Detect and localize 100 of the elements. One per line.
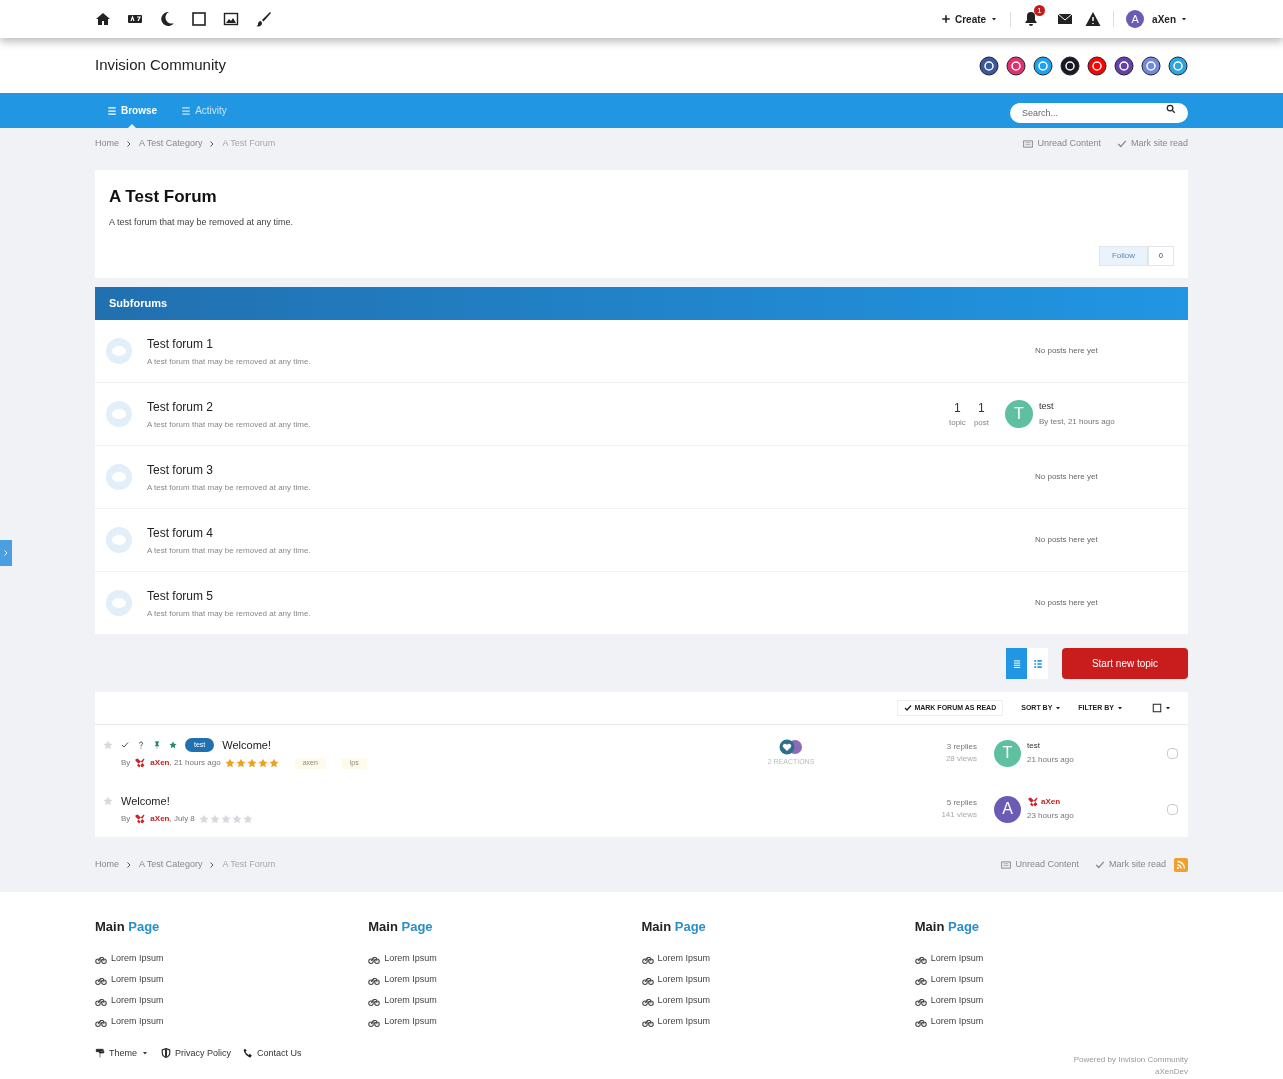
reply-count: 3 replies: [945, 741, 977, 753]
subforum-title[interactable]: Test forum 3: [147, 460, 1035, 479]
footer-link[interactable]: Lorem Ipsum: [368, 990, 642, 1012]
star-icon: [103, 796, 113, 806]
topic-title[interactable]: Welcome!: [222, 736, 271, 754]
notifications-button[interactable]: 1: [1023, 5, 1046, 27]
footer-link[interactable]: Lorem Ipsum: [914, 990, 1188, 1012]
subforums-header: Subforums: [95, 287, 1188, 320]
last-poster-name[interactable]: test: [1027, 740, 1167, 752]
view-count: 28 views: [944, 753, 977, 765]
topic-title[interactable]: Welcome!: [121, 792, 170, 810]
select-checkbox[interactable]: [1167, 747, 1178, 759]
footer-link[interactable]: Lorem Ipsum: [914, 969, 1188, 991]
square-icon: [191, 11, 207, 27]
footer-link[interactable]: Lorem Ipsum: [641, 1011, 915, 1033]
footer-link[interactable]: Theme: [95, 1046, 149, 1060]
footer-link[interactable]: Lorem Ipsum: [641, 948, 915, 970]
bell-icon: [1023, 11, 1040, 27]
no-posts-text: No posts here yet: [1035, 345, 1099, 357]
subforum-title[interactable]: Test forum 4: [147, 523, 1035, 542]
select-checkbox[interactable]: [1167, 803, 1178, 815]
newspaper-icon: [1001, 860, 1012, 870]
follow-button[interactable]: Follow: [1098, 246, 1148, 266]
footer-link[interactable]: Lorem Ipsum: [95, 1011, 369, 1033]
star-icon: [209, 814, 220, 825]
site-title[interactable]: Invision Community: [95, 54, 226, 77]
social-link-icon[interactable]: [1060, 55, 1080, 76]
no-posts-text: No posts here yet: [1035, 471, 1099, 483]
social-link-icon[interactable]: [1087, 55, 1107, 76]
post-count: 1: [977, 400, 986, 417]
footer-link[interactable]: Privacy Policy: [161, 1046, 232, 1060]
forum-icon: [105, 463, 133, 491]
caret-icon: [990, 15, 999, 23]
social-link-icon[interactable]: [1006, 55, 1026, 76]
star-icon: [235, 758, 246, 769]
footer-link[interactable]: Lorem Ipsum: [914, 1011, 1188, 1033]
footer-link[interactable]: Lorem Ipsum: [95, 969, 369, 991]
envelope-icon: [1057, 11, 1074, 27]
tools-icon: [134, 757, 147, 770]
subforum-description: A test forum that may be removed at any time.: [147, 544, 312, 557]
caret-icon: [1164, 704, 1172, 712]
star-icon: [246, 758, 257, 769]
check-icon: [1094, 860, 1105, 870]
view-toggle-button[interactable]: [1027, 648, 1048, 679]
footer-link[interactable]: Lorem Ipsum: [368, 969, 642, 991]
check-icon: [1116, 139, 1127, 149]
star-icon: [169, 741, 177, 749]
author-byline: aXen, 21 hours ago: [150, 757, 221, 770]
footer-link[interactable]: Contact Us: [243, 1046, 302, 1060]
social-link-icon[interactable]: [1033, 55, 1053, 76]
footer-link[interactable]: Lorem Ipsum: [641, 990, 915, 1012]
search-field[interactable]: Search...: [1010, 102, 1188, 123]
footer-link[interactable]: Lorem Ipsum: [95, 948, 369, 970]
footer-heading: Main Page: [368, 918, 434, 936]
forum-icon: [105, 526, 133, 554]
social-link-icon[interactable]: [1114, 55, 1134, 76]
reply-count: 5 replies: [945, 797, 977, 809]
subforum-title[interactable]: Test forum 1: [147, 334, 1035, 353]
footer-heading: Main Page: [95, 918, 161, 936]
last-post-time: 23 hours ago: [1027, 810, 1075, 822]
last-post-title[interactable]: test: [1039, 400, 1178, 414]
subforum-title[interactable]: Test forum 2: [147, 397, 949, 416]
chevron-icon: [2, 549, 10, 557]
moon-icon: [159, 11, 175, 27]
newspaper-icon: [1023, 139, 1034, 149]
subforum-description: A test forum that may be removed at any time.: [147, 607, 312, 620]
topic-count: 1: [953, 400, 962, 417]
start-new-topic-button[interactable]: Start new topic: [1062, 648, 1188, 679]
forum-icon: [105, 589, 133, 617]
subforum-title[interactable]: Test forum 5: [147, 586, 1035, 605]
forum-description: A test forum that may be removed at any time.: [109, 215, 295, 229]
user-name: aXen: [1152, 12, 1176, 27]
checkbox-icon: [1152, 703, 1162, 713]
footer-link[interactable]: Lorem Ipsum: [368, 1011, 642, 1033]
social-link-icon[interactable]: [1141, 55, 1161, 76]
footer-heading: Main Page: [641, 918, 707, 936]
caret-icon: [1116, 704, 1124, 712]
footer-link[interactable]: Lorem Ipsum: [914, 948, 1188, 970]
menu-icon: [107, 105, 117, 116]
list-icon: [1011, 658, 1022, 669]
topic-label: topic: [948, 417, 966, 429]
by-label: By: [121, 813, 131, 826]
user-avatar[interactable]: A: [994, 795, 1021, 823]
brush-icon: [255, 11, 271, 27]
footer-link[interactable]: Lorem Ipsum: [95, 990, 369, 1012]
sidebar-toggle-button[interactable]: [0, 540, 12, 566]
star-icon: [242, 814, 253, 825]
view-toggle-button[interactable]: [1006, 648, 1027, 679]
social-link-icon[interactable]: [1168, 55, 1188, 76]
tools-icon: [1027, 796, 1039, 808]
powered-by-text: Powered by Invision Community: [1073, 1054, 1188, 1066]
create-menu[interactable]: Create: [940, 11, 1012, 27]
forum-icon: [105, 400, 133, 428]
user-menu[interactable]: A aXen: [1114, 10, 1188, 28]
social-link-icon[interactable]: [979, 55, 999, 76]
last-poster-name[interactable]: aXen: [1027, 796, 1167, 808]
footer-link[interactable]: Lorem Ipsum: [641, 969, 915, 991]
footer-link[interactable]: Lorem Ipsum: [368, 948, 642, 970]
forum-title: A Test Forum: [109, 186, 218, 208]
star-icon: [198, 814, 209, 825]
